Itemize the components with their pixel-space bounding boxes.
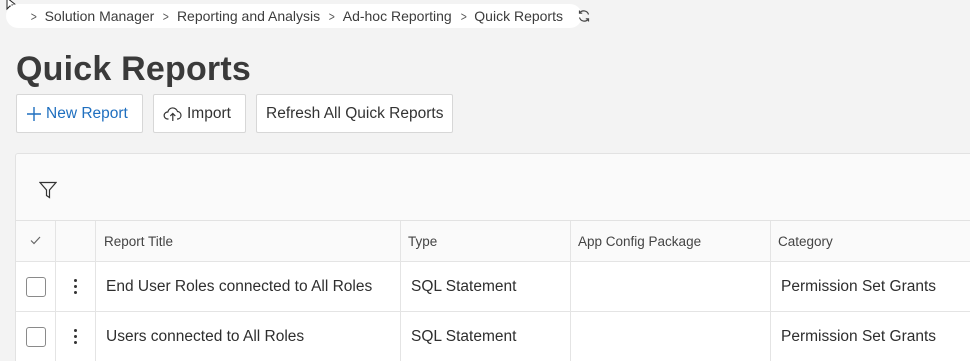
select-all-header[interactable]	[16, 221, 56, 261]
row-checkbox-cell	[16, 262, 56, 311]
row-checkbox[interactable]	[25, 326, 46, 347]
refresh-icon[interactable]	[577, 9, 591, 23]
column-header-report-title[interactable]: Report Title	[96, 221, 401, 261]
menu-header	[56, 221, 96, 261]
chevron-right-icon: >	[30, 8, 37, 24]
more-options-icon[interactable]	[74, 329, 77, 344]
column-header-app-config-package[interactable]: App Config Package	[571, 221, 771, 261]
table-row[interactable]: End User Roles connected to All Roles SQ…	[16, 262, 970, 312]
app-config-package-cell	[571, 312, 771, 361]
breadcrumb: > Solution Manager > Reporting and Analy…	[6, 4, 590, 28]
category-cell: Permission Set Grants	[781, 327, 937, 345]
row-checkbox-cell	[16, 312, 56, 361]
chevron-right-icon: >	[328, 8, 335, 24]
reports-panel: Report Title Type App Config Package Cat…	[15, 153, 970, 361]
breadcrumb-ad-hoc-reporting[interactable]: Ad-hoc Reporting	[343, 8, 452, 24]
category-cell: Permission Set Grants	[781, 277, 937, 295]
column-header-type[interactable]: Type	[401, 221, 571, 261]
table-header-row: Report Title Type App Config Package Cat…	[16, 221, 970, 262]
more-options-icon[interactable]	[74, 279, 77, 294]
breadcrumb-solution-manager[interactable]: Solution Manager	[45, 8, 155, 24]
cloud-upload-icon	[163, 106, 183, 122]
new-report-button[interactable]: New Report	[16, 94, 143, 133]
breadcrumb-quick-reports: Quick Reports	[474, 8, 563, 24]
plus-icon	[26, 106, 42, 122]
row-menu-cell	[56, 262, 96, 311]
chevron-right-icon: >	[163, 8, 170, 24]
type-cell: SQL Statement	[401, 262, 571, 311]
new-report-label: New Report	[46, 104, 128, 122]
report-title-cell[interactable]: Users connected to All Roles	[96, 312, 401, 361]
import-button[interactable]: Import	[153, 94, 246, 133]
refresh-all-quick-reports-button[interactable]: Refresh All Quick Reports	[256, 94, 453, 133]
app-config-package-cell	[571, 262, 771, 311]
table-row[interactable]: Users connected to All Roles SQL Stateme…	[16, 312, 970, 361]
report-title-cell[interactable]: End User Roles connected to All Roles	[96, 262, 401, 311]
breadcrumb-reporting-and-analysis[interactable]: Reporting and Analysis	[177, 8, 320, 24]
check-icon	[30, 234, 41, 248]
column-header-category[interactable]: Category	[771, 221, 970, 261]
row-menu-cell	[56, 312, 96, 361]
filter-icon[interactable]	[38, 181, 58, 204]
page-title: Quick Reports	[16, 50, 251, 88]
chevron-right-icon: >	[460, 8, 467, 24]
reports-table: Report Title Type App Config Package Cat…	[16, 220, 970, 361]
import-label: Import	[187, 104, 231, 122]
type-cell: SQL Statement	[401, 312, 571, 361]
row-checkbox[interactable]	[25, 276, 46, 297]
